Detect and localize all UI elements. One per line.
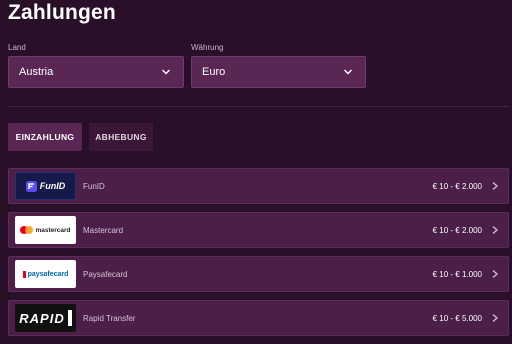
payment-method-row[interactable]: paysafecard Paysafecard € 10 - € 1.000 xyxy=(8,256,509,292)
mastercard-circles-icon xyxy=(20,226,34,234)
payment-method-name: Mastercard xyxy=(83,225,124,235)
currency-select[interactable]: Euro xyxy=(191,56,366,88)
rapid-transfer-logo: RAPID xyxy=(15,304,76,332)
payment-methods-list: FunID FunID € 10 - € 2.000 mastercard Ma… xyxy=(8,168,509,344)
paysafecard-logo: paysafecard xyxy=(15,260,76,288)
tab-deposit[interactable]: EINZAHLUNG xyxy=(8,123,82,151)
payment-method-range: € 10 - € 2.000 xyxy=(432,225,482,235)
country-select-value: Austria xyxy=(19,66,54,78)
payment-method-name: Paysafecard xyxy=(83,269,128,279)
currency-select-value: Euro xyxy=(202,66,226,78)
payment-method-range: € 10 - € 2.000 xyxy=(432,181,482,191)
payment-method-range: € 10 - € 5.000 xyxy=(432,313,482,323)
mastercard-logo-text: mastercard xyxy=(35,226,71,234)
funid-logo-text: FunID xyxy=(39,181,66,191)
chevron-right-icon xyxy=(492,182,498,190)
country-select[interactable]: Austria xyxy=(8,56,184,88)
funid-icon xyxy=(25,180,37,192)
payment-method-row[interactable]: mastercard Mastercard € 10 - € 2.000 xyxy=(8,212,509,248)
rapid-logo-text: RAPID xyxy=(19,310,65,326)
funid-logo: FunID xyxy=(15,172,76,200)
payment-method-name: Rapid Transfer xyxy=(83,313,136,323)
payment-method-range: € 10 - € 1.000 xyxy=(432,269,482,279)
payment-method-row[interactable]: RAPID Rapid Transfer € 10 - € 5.000 xyxy=(8,300,509,336)
paysafecard-mark-icon xyxy=(22,270,26,278)
payment-method-row[interactable]: FunID FunID € 10 - € 2.000 xyxy=(8,168,509,204)
page-title: Zahlungen xyxy=(8,1,116,24)
chevron-right-icon xyxy=(492,226,498,234)
tab-withdrawal[interactable]: ABHEBUNG xyxy=(89,123,153,151)
chevron-right-icon xyxy=(492,270,498,278)
divider xyxy=(8,106,510,107)
paysafecard-logo-text: paysafecard xyxy=(27,270,69,278)
rapid-logo-tag xyxy=(67,310,72,326)
chevron-down-icon xyxy=(162,69,170,75)
chevron-right-icon xyxy=(492,314,498,322)
currency-label: Währung xyxy=(191,43,224,52)
payment-method-name: FunID xyxy=(83,181,105,191)
mastercard-logo: mastercard xyxy=(15,216,76,244)
country-label: Land xyxy=(8,43,26,52)
chevron-down-icon xyxy=(344,69,352,75)
